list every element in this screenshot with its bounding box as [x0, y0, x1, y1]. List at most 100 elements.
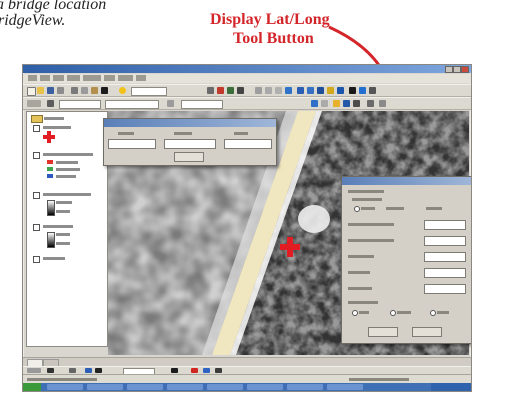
close-button[interactable]: [461, 66, 469, 73]
start-button[interactable]: [23, 383, 41, 391]
lat-long-row-value[interactable]: [424, 284, 466, 294]
find-icon[interactable]: [307, 87, 314, 94]
taskbar-item[interactable]: [47, 384, 83, 390]
layer-row[interactable]: [43, 126, 71, 129]
full-extent-icon[interactable]: [285, 87, 292, 94]
option-radio[interactable]: [352, 310, 358, 316]
taskbar-item[interactable]: [287, 384, 323, 390]
layer-row[interactable]: [43, 257, 65, 260]
copy-icon[interactable]: [81, 87, 88, 94]
layer-checkbox[interactable]: [33, 256, 40, 263]
print-icon[interactable]: [57, 87, 64, 94]
cut-icon[interactable]: [71, 87, 78, 94]
small-dialog: [103, 118, 277, 166]
pan-icon[interactable]: [275, 87, 282, 94]
lat-long-row-value[interactable]: [424, 220, 466, 230]
delete-icon[interactable]: [101, 87, 108, 94]
layer-row[interactable]: [43, 225, 73, 228]
taskbar-item[interactable]: [247, 384, 283, 390]
selection-icon[interactable]: [311, 100, 318, 107]
font-color-icon[interactable]: [191, 368, 198, 373]
menu-item-window[interactable]: [118, 75, 133, 81]
lat-long-row-value[interactable]: [424, 268, 466, 278]
identify-icon[interactable]: [297, 87, 304, 94]
open-folder-icon[interactable]: [37, 87, 44, 94]
ok-button[interactable]: [368, 327, 398, 337]
layer-checkbox[interactable]: [33, 192, 40, 199]
arrow-tool-icon[interactable]: [353, 100, 360, 107]
taskbar-item[interactable]: [207, 384, 243, 390]
rotate-icon[interactable]: [69, 368, 76, 373]
map-scale-combo[interactable]: [131, 87, 167, 96]
add-data-icon[interactable]: [119, 87, 126, 94]
line-color-icon[interactable]: [215, 368, 222, 373]
maximize-button[interactable]: [453, 66, 461, 73]
drawing-menu-icon[interactable]: [27, 368, 41, 373]
swipe-icon[interactable]: [343, 100, 350, 107]
layer-checkbox[interactable]: [33, 224, 40, 231]
taskbar-item[interactable]: [327, 384, 363, 390]
zoom-in-icon[interactable]: [255, 87, 262, 94]
taskbar-item[interactable]: [87, 384, 123, 390]
cancel-button[interactable]: [412, 327, 442, 337]
zoom-out-icon[interactable]: [265, 87, 272, 94]
dialog-group-label: [348, 301, 378, 304]
layer-combo[interactable]: [59, 100, 101, 109]
zoom-to-selected-icon[interactable]: [321, 100, 328, 107]
select-elements-icon[interactable]: [47, 368, 54, 373]
layer-row[interactable]: [43, 193, 91, 196]
map-tips-icon[interactable]: [359, 87, 366, 94]
minimize-button[interactable]: [445, 66, 453, 73]
fill-color-icon[interactable]: [203, 368, 210, 373]
menu-item-view[interactable]: [53, 75, 64, 81]
layer-row[interactable]: [44, 117, 64, 120]
lat-long-dialog-title-bar[interactable]: [342, 177, 471, 185]
menu-item-edit[interactable]: [40, 75, 50, 81]
small-dialog-field[interactable]: [164, 139, 216, 149]
option-radio[interactable]: [390, 310, 396, 316]
small-dialog-button[interactable]: [174, 152, 204, 162]
small-dialog-column-label: [174, 132, 192, 135]
small-dialog-field[interactable]: [224, 139, 272, 149]
display-lat-long-icon[interactable]: [349, 87, 356, 94]
catalog-icon[interactable]: [227, 87, 234, 94]
font-combo[interactable]: [105, 100, 159, 109]
measure-icon[interactable]: [317, 87, 324, 94]
menu-item-help[interactable]: [136, 75, 146, 81]
help-icon[interactable]: [369, 87, 376, 94]
bold-icon[interactable]: [171, 368, 178, 373]
toolbox-icon[interactable]: [237, 87, 244, 94]
menu-item-tools[interactable]: [104, 75, 115, 81]
layer-options-icon[interactable]: [167, 100, 174, 107]
menu-item-selection[interactable]: [83, 75, 101, 81]
view-tab-bar: [23, 357, 471, 367]
layer-row[interactable]: [43, 153, 93, 156]
hyperlink-icon[interactable]: [327, 87, 334, 94]
option-radio[interactable]: [430, 310, 436, 316]
pointer-icon[interactable]: [47, 100, 54, 107]
text-icon[interactable]: [95, 368, 102, 373]
menu-item-file[interactable]: [28, 75, 37, 81]
small-dialog-title-bar[interactable]: [104, 119, 276, 127]
taskbar-item[interactable]: [127, 384, 163, 390]
taskbar-item[interactable]: [167, 384, 203, 390]
layer-checkbox[interactable]: [33, 152, 40, 159]
rectangle-icon[interactable]: [85, 368, 92, 373]
dots-icon[interactable]: [367, 100, 374, 107]
layer-checkbox[interactable]: [33, 125, 40, 132]
paste-icon[interactable]: [91, 87, 98, 94]
small-dialog-field[interactable]: [108, 139, 156, 149]
layer-label-icon: [27, 100, 41, 107]
extra-icon[interactable]: [379, 100, 386, 107]
clear-selection-icon[interactable]: [333, 100, 340, 107]
new-document-icon[interactable]: [27, 87, 36, 96]
layer-icon[interactable]: [337, 87, 344, 94]
lat-long-row-value[interactable]: [424, 236, 466, 246]
menu-item-insert[interactable]: [67, 75, 80, 81]
arcmap-icon[interactable]: [217, 87, 224, 94]
save-icon[interactable]: [47, 87, 54, 94]
option-radio[interactable]: [354, 206, 360, 212]
lat-long-row-value[interactable]: [424, 252, 466, 262]
editor-icon[interactable]: [207, 87, 214, 94]
size-combo[interactable]: [181, 100, 223, 109]
